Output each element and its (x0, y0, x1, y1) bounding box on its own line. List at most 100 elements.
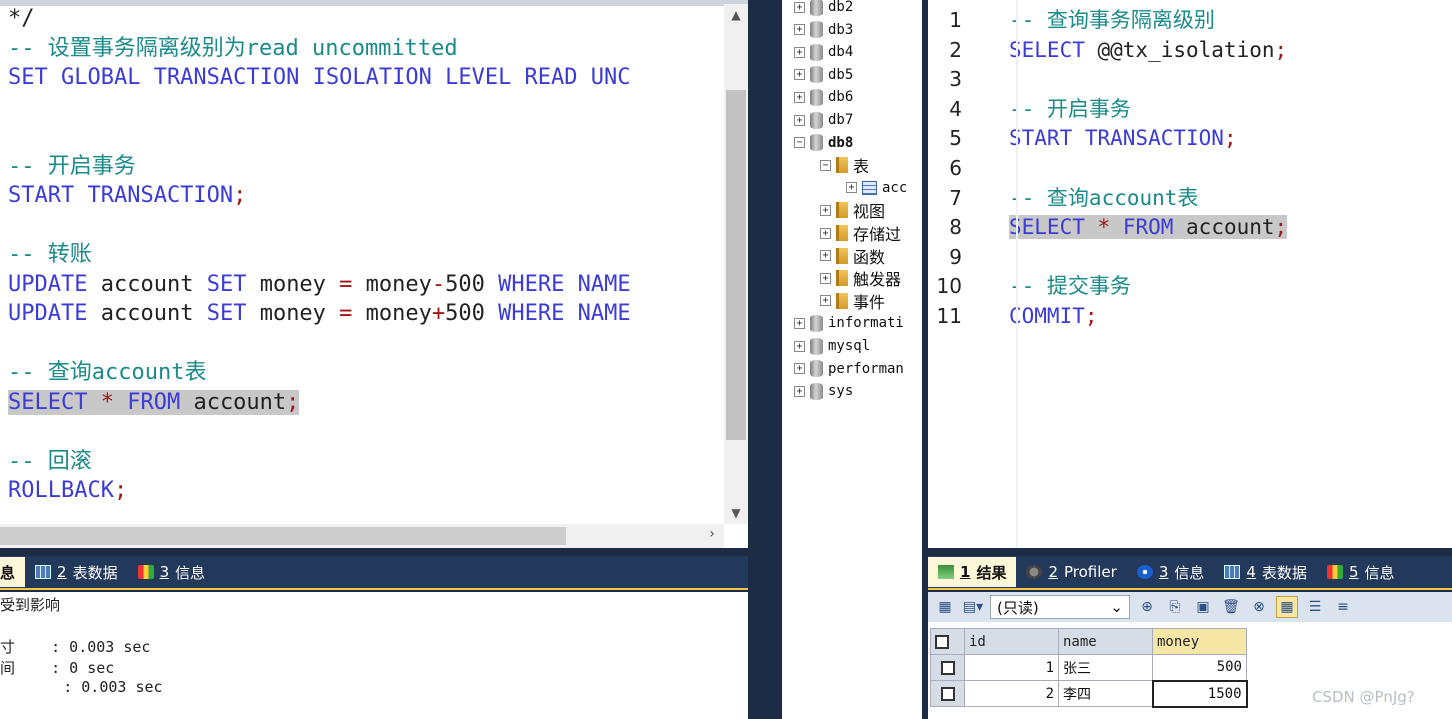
code-line[interactable]: ROLLBACK; (8, 476, 127, 505)
code-line[interactable]: START TRANSACTION; (8, 181, 246, 210)
table-row[interactable]: 1 张三 500 (930, 654, 1247, 681)
column-header-id[interactable]: id (964, 628, 1059, 655)
code-line[interactable]: -- 回滚 (8, 447, 92, 476)
tree-node[interactable]: + db5 (794, 64, 853, 86)
tree-node[interactable]: + db2 (794, 0, 853, 18)
grid-view-icon[interactable]: ▦ (1276, 596, 1298, 618)
code-line[interactable]: SELECT @@tx_isolation; (1009, 36, 1287, 65)
tree-node[interactable]: + 触发器 (820, 267, 901, 289)
expand-icon[interactable]: + (820, 295, 831, 307)
code-line[interactable]: -- 开启事务 (8, 152, 136, 181)
cancel-changes-icon[interactable]: ⊗ (1248, 596, 1270, 618)
column-header-name[interactable]: name (1058, 628, 1153, 655)
collapse-icon[interactable]: − (794, 137, 805, 149)
select-all-checkbox[interactable] (930, 628, 965, 655)
expand-icon[interactable]: + (794, 1, 805, 13)
tab-2[interactable]: 3 信息 (1127, 557, 1215, 587)
tree-node[interactable]: + 事件 (820, 290, 885, 312)
cell-name[interactable]: 李四 (1058, 680, 1153, 707)
add-row-icon[interactable]: ⊕ (1136, 596, 1158, 618)
object-browser-tree[interactable]: + db2 + db3 + db4 + db5 + db6 + db7− db8− 表 + acc + 视图 + 存储… (782, 0, 922, 719)
form-view-icon[interactable]: ☰ (1304, 596, 1326, 618)
cell-id[interactable]: 1 (964, 654, 1059, 681)
tree-node[interactable]: + db7 (794, 109, 853, 131)
horizontal-scroll-thumb[interactable] (0, 527, 566, 545)
tab-4[interactable]: 5 信息 (1317, 557, 1405, 587)
expand-icon[interactable]: + (794, 24, 805, 36)
expand-icon[interactable]: + (820, 227, 831, 239)
expand-icon[interactable]: + (820, 250, 831, 262)
code-line[interactable]: */ (8, 4, 35, 33)
code-line[interactable]: -- 提交事务 (1009, 272, 1131, 301)
expand-icon[interactable]: + (820, 204, 831, 216)
tree-node[interactable]: + 存储过 (820, 222, 901, 244)
tree-node[interactable]: + performan (794, 358, 904, 380)
expand-icon[interactable]: + (794, 46, 805, 58)
tab-0[interactable]: 息 (0, 557, 26, 587)
tree-node[interactable]: − db8 (794, 132, 853, 154)
expand-icon[interactable]: + (794, 91, 805, 103)
code-line[interactable]: -- 开启事务 (1009, 95, 1131, 124)
tree-node[interactable]: + 视图 (820, 199, 885, 221)
code-line[interactable]: UPDATE account SET money = money-500 WHE… (8, 270, 631, 299)
left-code-area[interactable]: */ -- 设置事务隔离级别为read uncommitted SET GLOBAL… (8, 4, 724, 524)
cell-money[interactable]: 1500 (1151, 679, 1248, 708)
tab-1[interactable]: 2 Profiler (1016, 557, 1126, 587)
code-line[interactable]: -- 转账 (8, 240, 92, 269)
tree-node[interactable]: + db4 (794, 41, 853, 63)
code-line[interactable]: SET GLOBAL TRANSACTION ISOLATION LEVEL R… (8, 63, 631, 92)
collapse-icon[interactable]: − (820, 159, 831, 171)
tree-node[interactable]: + acc (846, 177, 907, 199)
left-query-editor[interactable]: */ -- 设置事务隔离级别为read uncommitted SET GLOBAL… (0, 0, 748, 548)
expand-icon[interactable]: + (820, 272, 831, 284)
cell-money[interactable]: 500 (1152, 654, 1247, 681)
delete-icon[interactable]: 🗑 (1220, 596, 1242, 618)
right-code-area[interactable]: -- 查询事务隔离级别 SELECT @@tx_isolation; -- 开启事务… (1009, 0, 1452, 548)
tree-node[interactable]: + sys (794, 380, 853, 402)
view-mode-icon[interactable]: ▤▾ (962, 596, 984, 618)
code-line[interactable]: -- 查询事务隔离级别 (1009, 6, 1215, 35)
readonly-mode-select[interactable]: (只读) ⌄ (990, 595, 1130, 619)
save-icon[interactable]: ▣ (1192, 596, 1214, 618)
code-line[interactable]: -- 查询account表 (1009, 184, 1198, 213)
code-line[interactable]: UPDATE account SET money = money+500 WHE… (8, 299, 631, 328)
code-line[interactable]: START TRANSACTION; (1009, 124, 1237, 153)
expand-icon[interactable]: + (794, 317, 805, 329)
column-header-money[interactable]: money (1152, 628, 1247, 655)
cell-name[interactable]: 张三 (1058, 654, 1153, 681)
code-line[interactable]: COMMIT; (1009, 302, 1098, 331)
expand-icon[interactable]: + (794, 114, 805, 126)
vertical-scroll-thumb[interactable] (726, 90, 746, 440)
tab-3[interactable]: 4 表数据 (1214, 557, 1317, 587)
scroll-up-icon[interactable]: ▲ (724, 6, 748, 24)
expand-icon[interactable]: + (794, 363, 805, 375)
tab-0[interactable]: 1 结果 (928, 557, 1017, 587)
row-checkbox[interactable] (930, 680, 965, 707)
table-row[interactable]: 2 李四 1500 (930, 679, 1248, 708)
cell-id[interactable]: 2 (964, 680, 1059, 707)
duplicate-row-icon[interactable]: ⎘ (1164, 596, 1186, 618)
tree-node[interactable]: + db6 (794, 86, 853, 108)
tree-node[interactable]: + informati (794, 312, 904, 334)
tree-node[interactable]: − 表 (820, 154, 869, 176)
tree-node[interactable]: + db3 (794, 19, 853, 41)
tab-1[interactable]: 2 表数据 (25, 557, 128, 587)
code-line[interactable]: -- 查询account表 (8, 358, 206, 387)
vertical-scrollbar[interactable]: ▲ ▼ (724, 4, 748, 524)
code-line[interactable]: SELECT * FROM account; (8, 388, 300, 417)
text-view-icon[interactable]: ≡ (1332, 596, 1354, 618)
expand-icon[interactable]: + (794, 69, 805, 81)
code-line[interactable]: SELECT * FROM account; (1009, 213, 1288, 242)
export-icon[interactable]: ▦ (934, 596, 956, 618)
right-query-editor[interactable]: 1 2 3 4 5 6 7 8 9 10 11 -- 查询事务隔离级别 SELECT @@tx_iso… (928, 0, 1452, 548)
tree-node[interactable]: + mysql (794, 335, 870, 357)
code-line[interactable]: -- 设置事务隔离级别为read uncommitted (8, 34, 458, 63)
scroll-right-icon[interactable]: › (700, 526, 724, 542)
horizontal-scrollbar[interactable]: › (0, 524, 724, 548)
expand-icon[interactable]: + (846, 182, 857, 194)
expand-icon[interactable]: + (794, 385, 805, 397)
row-checkbox[interactable] (930, 654, 965, 681)
expand-icon[interactable]: + (794, 340, 805, 352)
tab-2[interactable]: 3 信息 (128, 557, 216, 587)
scroll-down-icon[interactable]: ▼ (724, 504, 748, 522)
